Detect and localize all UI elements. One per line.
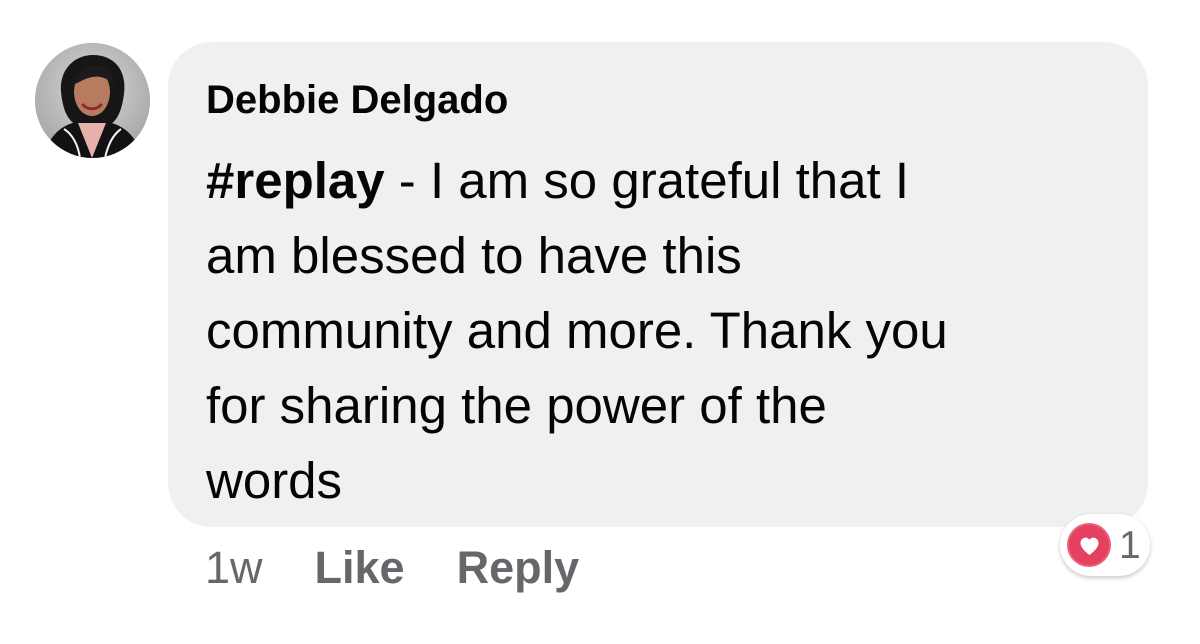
comment-timestamp[interactable]: 1w <box>205 542 263 594</box>
hashtag-link[interactable]: #replay <box>206 152 385 209</box>
avatar[interactable] <box>35 43 150 158</box>
reaction-summary[interactable]: 1 <box>1060 514 1150 576</box>
comment-body: #replay - I am so grateful that I am ble… <box>206 143 1126 518</box>
like-button[interactable]: Like <box>315 542 405 594</box>
comment-actions: 1w Like Reply <box>205 538 631 598</box>
comment-bubble: Debbie Delgado #replay - I am so gratefu… <box>168 42 1148 527</box>
heart-icon <box>1067 523 1111 567</box>
reaction-count: 1 <box>1119 523 1141 567</box>
reply-button[interactable]: Reply <box>457 542 580 594</box>
comment-author[interactable]: Debbie Delgado <box>206 76 1118 124</box>
